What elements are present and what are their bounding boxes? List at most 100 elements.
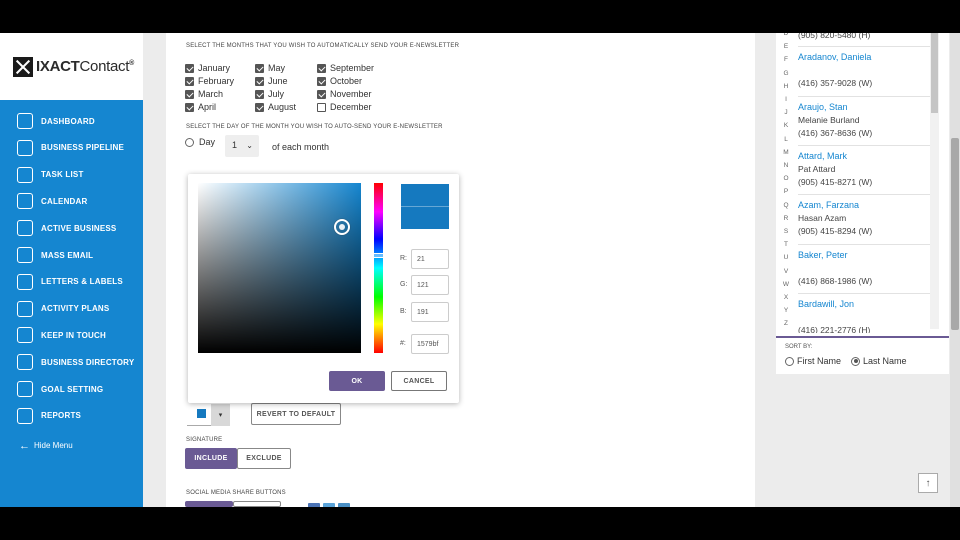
nav-item-letters-labels[interactable]: LETTERS & LABELS: [0, 269, 143, 295]
contact-name-link[interactable]: Bardawill, Jon: [798, 299, 930, 309]
month-checkbox[interactable]: [185, 89, 194, 99]
nav-item-business-directory[interactable]: BUSINESS DIRECTORY: [0, 349, 143, 375]
contact-item[interactable]: Araujo, Stan Melanie Burland (416) 367-863…: [798, 102, 930, 138]
month-option[interactable]: March: [185, 89, 223, 99]
facebook-icon[interactable]: [308, 503, 320, 507]
alphabet-letter[interactable]: D: [781, 33, 791, 37]
day-select[interactable]: 1 ⌄: [225, 135, 259, 157]
alphabet-letter[interactable]: H: [781, 83, 791, 90]
contact-name-link[interactable]: Aradanov, Daniela: [798, 52, 930, 62]
alphabet-letter[interactable]: J: [781, 109, 791, 116]
signature-exclude-button[interactable]: EXCLUDE: [237, 448, 291, 469]
day-radio[interactable]: [185, 137, 194, 147]
sort-last-name-radio[interactable]: [851, 356, 861, 366]
month-checkbox[interactable]: [185, 76, 194, 86]
alphabet-letter[interactable]: G: [781, 70, 791, 77]
day-option[interactable]: Day: [185, 137, 215, 147]
alphabet-letter[interactable]: X: [781, 294, 791, 301]
month-option[interactable]: July: [255, 89, 284, 99]
alphabet-letter[interactable]: V: [781, 268, 791, 275]
hide-menu-link[interactable]: ← Hide Menu: [19, 440, 73, 451]
picker-cancel-button[interactable]: CANCEL: [391, 371, 447, 391]
month-option[interactable]: November: [317, 89, 372, 99]
ixact-logo[interactable]: IXACTContact®: [13, 57, 138, 79]
month-checkbox[interactable]: [185, 102, 194, 112]
contact-item[interactable]: Attard, Mark Pat Attard (905) 415-8271 (W): [798, 151, 930, 187]
month-checkbox[interactable]: [317, 63, 326, 73]
contact-name-link[interactable]: Attard, Mark: [798, 151, 930, 161]
nav-item-task-list[interactable]: TASK LIST: [0, 162, 143, 188]
sort-first-name-option[interactable]: First Name: [785, 356, 841, 366]
month-option[interactable]: February: [185, 76, 234, 86]
color-dropdown-toggle[interactable]: ▾: [211, 404, 230, 426]
contact-list-scroll-thumb[interactable]: [931, 33, 938, 113]
month-checkbox[interactable]: [255, 76, 264, 86]
alphabet-letter[interactable]: O: [781, 175, 791, 182]
month-checkbox[interactable]: [255, 102, 264, 112]
month-option[interactable]: April: [185, 102, 216, 112]
month-checkbox[interactable]: [317, 102, 326, 112]
month-checkbox[interactable]: [317, 89, 326, 99]
signature-include-button[interactable]: INCLUDE: [185, 448, 237, 469]
alphabet-letter[interactable]: U: [781, 254, 791, 261]
contact-item[interactable]: Azam, Farzana Hasan Azam (905) 415-8294 (W…: [798, 200, 930, 236]
month-option[interactable]: September: [317, 63, 374, 73]
nav-item-activity-plans[interactable]: ACTIVITY PLANS: [0, 296, 143, 322]
contact-item[interactable]: Aradanov, Daniela (416) 357-9028 (W): [798, 52, 930, 88]
page-scroll-thumb[interactable]: [951, 138, 959, 330]
contact-item[interactable]: Bardawill, Jon (416) 221-2776 (H): [798, 299, 930, 333]
month-option[interactable]: August: [255, 102, 296, 112]
social-exclude-button[interactable]: [233, 501, 281, 507]
hue-slider[interactable]: [374, 183, 383, 353]
g-input[interactable]: 121: [411, 275, 449, 295]
saturation-handle[interactable]: [334, 219, 350, 235]
alphabet-letter[interactable]: E: [781, 43, 791, 50]
b-input[interactable]: 191: [411, 302, 449, 322]
alphabet-letter[interactable]: F: [781, 56, 791, 63]
color-picker-trigger[interactable]: ▾: [187, 404, 230, 426]
sort-first-name-radio[interactable]: [785, 356, 794, 366]
nav-item-mass-email[interactable]: MASS EMAIL: [0, 242, 143, 268]
alphabet-letter[interactable]: M: [781, 149, 791, 156]
alphabet-letter[interactable]: I: [781, 96, 791, 103]
r-input[interactable]: 21: [411, 249, 449, 269]
scroll-to-top-button[interactable]: ↑: [918, 473, 938, 493]
twitter-icon[interactable]: [323, 503, 335, 507]
month-checkbox[interactable]: [255, 63, 264, 73]
month-option[interactable]: October: [317, 76, 362, 86]
alphabet-letter[interactable]: W: [781, 281, 791, 288]
alphabet-letter[interactable]: K: [781, 122, 791, 129]
alphabet-letter[interactable]: S: [781, 228, 791, 235]
alphabet-letter[interactable]: P: [781, 188, 791, 195]
alphabet-letter[interactable]: L: [781, 136, 791, 143]
contact-name-link[interactable]: Baker, Peter: [798, 250, 930, 260]
alphabet-letter[interactable]: Y: [781, 307, 791, 314]
month-checkbox[interactable]: [317, 76, 326, 86]
picker-ok-button[interactable]: OK: [329, 371, 385, 391]
hex-input[interactable]: 1579bf: [411, 334, 449, 354]
revert-to-default-button[interactable]: REVERT TO DEFAULT: [251, 403, 341, 425]
social-include-button[interactable]: [185, 501, 233, 507]
alphabet-letter[interactable]: Z: [781, 320, 791, 327]
month-option[interactable]: December: [317, 102, 372, 112]
hue-slider-handle[interactable]: [372, 253, 385, 258]
contact-name-link[interactable]: Araujo, Stan: [798, 102, 930, 112]
alphabet-letter[interactable]: Q: [781, 202, 791, 209]
month-checkbox[interactable]: [255, 89, 264, 99]
month-option[interactable]: June: [255, 76, 288, 86]
month-checkbox[interactable]: [185, 63, 194, 73]
contact-item[interactable]: Baker, Peter (416) 868-1986 (W): [798, 250, 930, 286]
nav-item-calendar[interactable]: CALENDAR: [0, 188, 143, 214]
alphabet-letter[interactable]: N: [781, 162, 791, 169]
contact-item[interactable]: (905) 820-5480 (H): [798, 33, 930, 40]
linkedin-icon[interactable]: [338, 503, 350, 507]
contact-name-link[interactable]: Azam, Farzana: [798, 200, 930, 210]
nav-item-reports[interactable]: REPORTS: [0, 403, 143, 429]
nav-item-goal-setting[interactable]: GOAL SETTING: [0, 376, 143, 402]
sort-last-name-option[interactable]: Last Name: [851, 356, 907, 366]
nav-item-pipeline[interactable]: BUSINESS PIPELINE: [0, 135, 143, 161]
nav-item-active-business[interactable]: ACTIVE BUSINESS: [0, 215, 143, 241]
nav-item-keep-in-touch[interactable]: KEEP IN TOUCH: [0, 322, 143, 348]
alphabet-letter[interactable]: T: [781, 241, 791, 248]
saturation-field[interactable]: [198, 183, 361, 353]
